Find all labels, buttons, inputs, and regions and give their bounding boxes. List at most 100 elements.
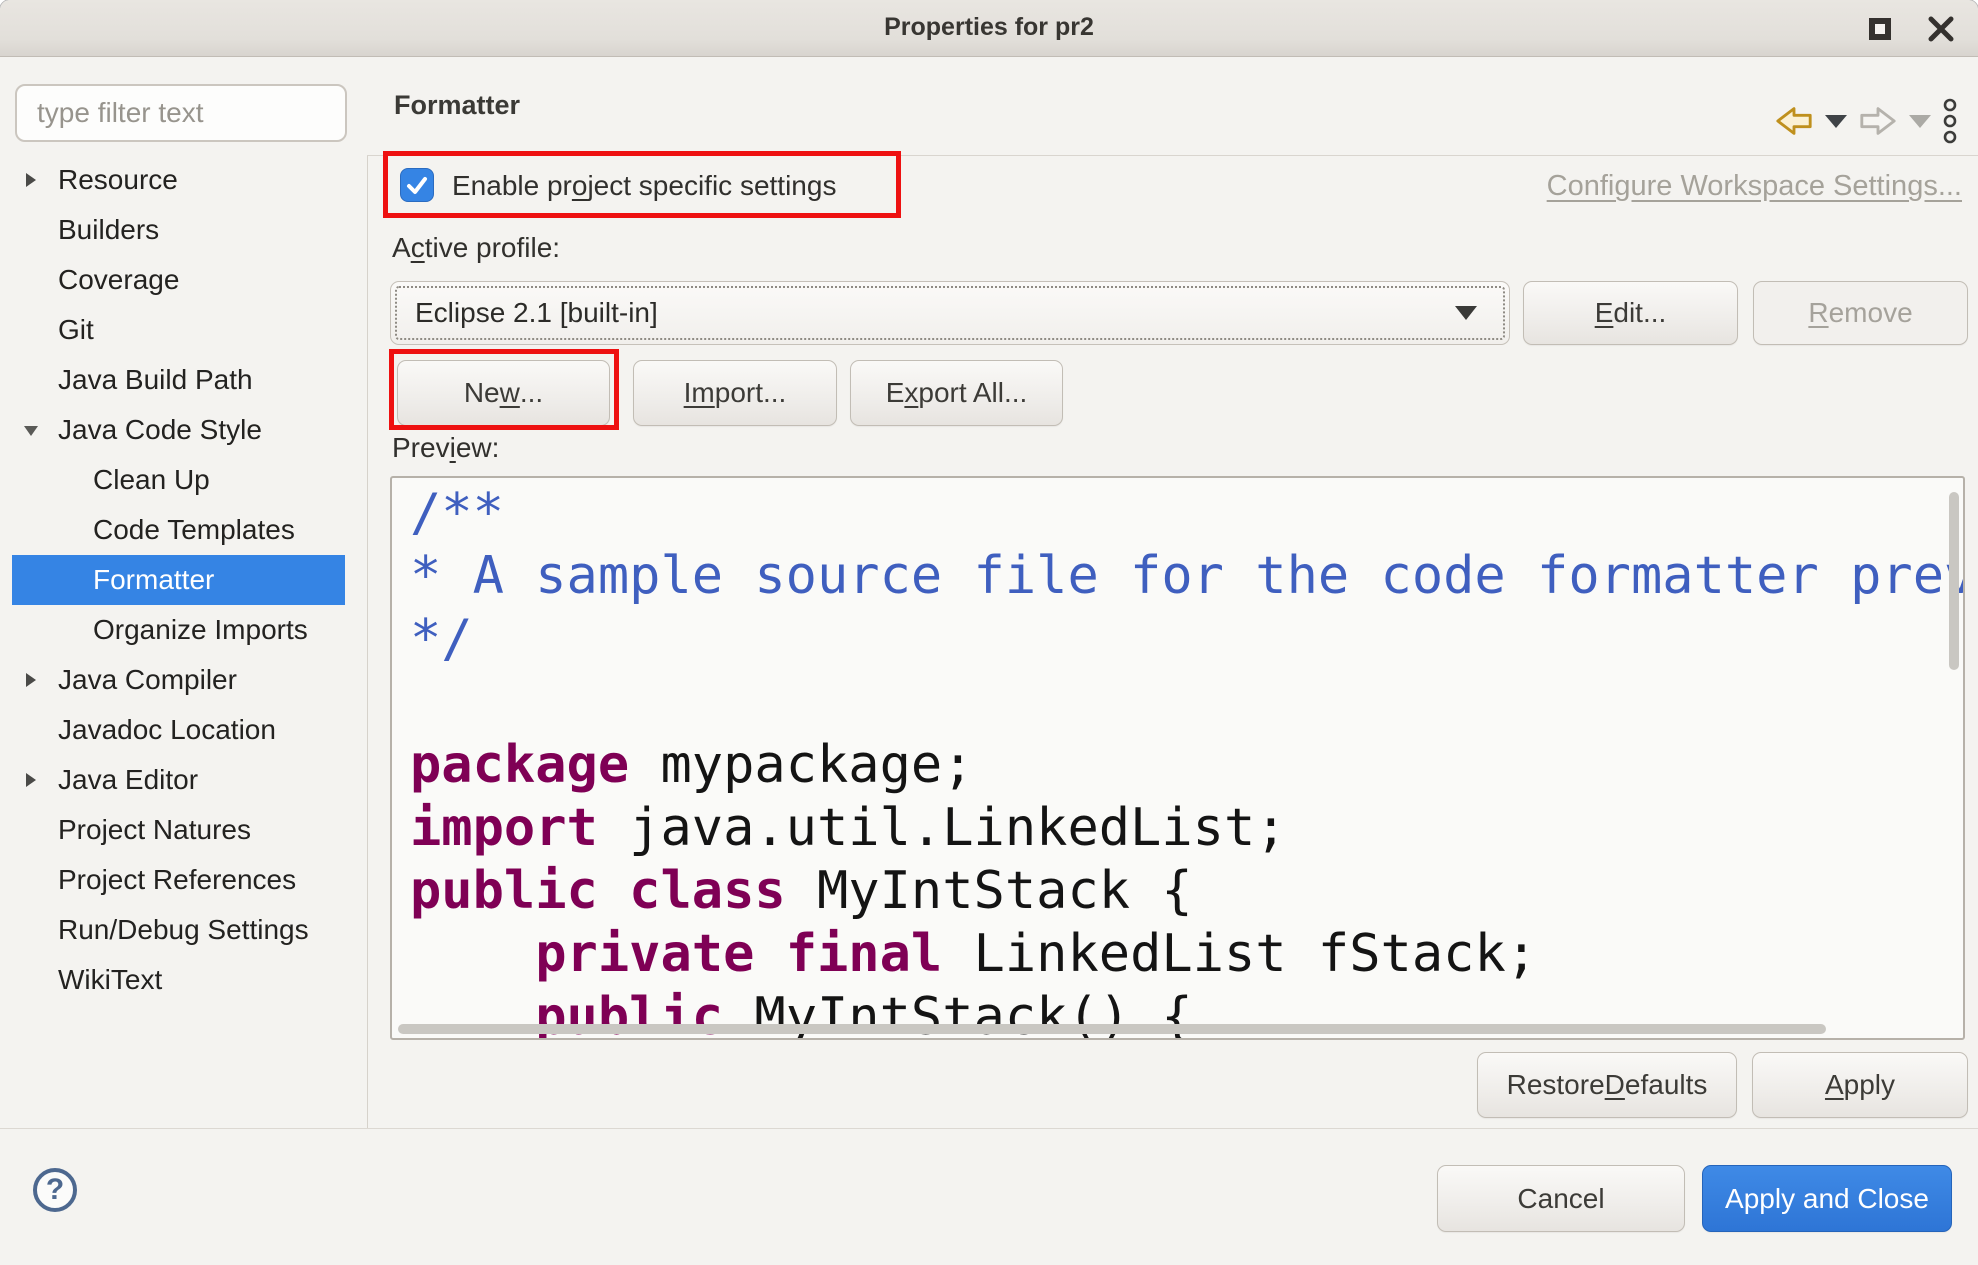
- forward-button[interactable]: [1858, 104, 1898, 138]
- formatter-preview[interactable]: /*** A sample source file for the code f…: [390, 476, 1965, 1040]
- tree-item-builders[interactable]: Builders: [12, 205, 345, 255]
- close-icon: [1927, 15, 1955, 43]
- enable-project-settings-checkbox[interactable]: [400, 168, 434, 202]
- view-menu-button[interactable]: [1942, 98, 1958, 144]
- back-button[interactable]: [1774, 104, 1814, 138]
- tree-item-label: Git: [58, 314, 94, 346]
- tree-item-code-templates[interactable]: Code Templates: [12, 505, 345, 555]
- maximize-button[interactable]: [1868, 17, 1892, 41]
- tree-item-javadoc-location[interactable]: Javadoc Location: [12, 705, 345, 755]
- new-button[interactable]: New...: [397, 360, 610, 426]
- edit-button[interactable]: Edit...: [1523, 281, 1738, 345]
- header-divider: [367, 155, 1978, 156]
- tree-item-label: Builders: [58, 214, 159, 246]
- chevron-right-icon[interactable]: [24, 172, 40, 188]
- tree-item-label: Resource: [58, 164, 178, 196]
- tree-spacer: [24, 622, 40, 638]
- tree-item-label: Javadoc Location: [58, 714, 276, 746]
- tree-spacer: [24, 372, 40, 388]
- configure-workspace-settings-link[interactable]: Configure Workspace Settings...: [1547, 170, 1962, 203]
- tree-item-run-debug-settings[interactable]: Run/Debug Settings: [12, 905, 345, 955]
- apply-button[interactable]: Apply: [1752, 1052, 1968, 1118]
- tree-item-java-code-style[interactable]: Java Code Style: [12, 405, 345, 455]
- tree-item-label: WikiText: [58, 964, 162, 996]
- forward-arrow-icon: [1862, 109, 1894, 134]
- titlebar[interactable]: Properties for pr2: [0, 0, 1978, 57]
- tree-item-label: Clean Up: [93, 464, 210, 496]
- cancel-button[interactable]: Cancel: [1437, 1165, 1685, 1232]
- sidebar-separator: [367, 155, 368, 1128]
- tree-item-git[interactable]: Git: [12, 305, 345, 355]
- active-profile-select[interactable]: Eclipse 2.1 [built-in]: [390, 281, 1510, 345]
- back-history-dropdown-icon[interactable]: [1825, 115, 1847, 128]
- tree-spacer: [24, 922, 40, 938]
- help-button[interactable]: ?: [33, 1168, 77, 1212]
- code-line: private final LinkedList fStack;: [410, 923, 1963, 986]
- tree-item-formatter[interactable]: Formatter: [12, 555, 345, 605]
- export-all-button[interactable]: Export All...: [850, 360, 1063, 426]
- filter-input[interactable]: [15, 84, 347, 142]
- tree-item-label: Coverage: [58, 264, 179, 296]
- back-arrow-icon: [1778, 109, 1810, 134]
- tree-item-label: Project References: [58, 864, 296, 896]
- code-line: /**: [410, 482, 1963, 545]
- code-line: import java.util.LinkedList;: [410, 797, 1963, 860]
- restore-defaults-button[interactable]: Restore Defaults: [1477, 1052, 1737, 1118]
- window-title: Properties for pr2: [0, 13, 1978, 42]
- enable-project-settings-label[interactable]: Enable project specific settings: [452, 170, 836, 202]
- active-profile-value: Eclipse 2.1 [built-in]: [415, 297, 1455, 329]
- tree-spacer: [24, 272, 40, 288]
- tree-spacer: [24, 822, 40, 838]
- window-controls: [1868, 0, 1956, 57]
- footer-divider: [0, 1128, 1978, 1129]
- code-line: package mypackage;: [410, 734, 1963, 797]
- maximize-icon: [1869, 18, 1891, 40]
- tree-spacer: [24, 872, 40, 888]
- page-title: Formatter: [394, 90, 520, 121]
- tree-spacer: [24, 972, 40, 988]
- tree-spacer: [24, 322, 40, 338]
- tree-item-label: Formatter: [93, 564, 214, 596]
- kebab-menu-icon: [1945, 100, 1955, 142]
- remove-button[interactable]: Remove: [1753, 281, 1968, 345]
- tree-item-label: Organize Imports: [93, 614, 308, 646]
- vertical-scrollbar[interactable]: [1949, 492, 1959, 670]
- tree-item-label: Java Editor: [58, 764, 198, 796]
- horizontal-scrollbar[interactable]: [398, 1024, 1826, 1034]
- chevron-right-icon[interactable]: [24, 672, 40, 688]
- tree-item-coverage[interactable]: Coverage: [12, 255, 345, 305]
- apply-and-close-button[interactable]: Apply and Close: [1702, 1165, 1952, 1232]
- chevron-down-icon[interactable]: [24, 422, 40, 438]
- preview-code: /*** A sample source file for the code f…: [410, 482, 1963, 1040]
- tree-item-project-references[interactable]: Project References: [12, 855, 345, 905]
- tree-item-project-natures[interactable]: Project Natures: [12, 805, 345, 855]
- tree-item-java-build-path[interactable]: Java Build Path: [12, 355, 345, 405]
- tree-spacer: [24, 522, 40, 538]
- code-line: */: [410, 608, 1963, 671]
- tree-item-java-compiler[interactable]: Java Compiler: [12, 655, 345, 705]
- history-toolbar: [1774, 98, 1958, 144]
- tree-spacer: [24, 722, 40, 738]
- tree-spacer: [24, 572, 40, 588]
- tree-item-clean-up[interactable]: Clean Up: [12, 455, 345, 505]
- checkmark-icon: [405, 173, 429, 197]
- import-button[interactable]: Import...: [633, 360, 837, 426]
- preferences-tree: Resource Builders Coverage Git Java Build Pa…: [0, 155, 367, 1005]
- tree-item-label: Run/Debug Settings: [58, 914, 309, 946]
- tree-item-wikitext[interactable]: WikiText: [12, 955, 345, 1005]
- tree-item-java-editor[interactable]: Java Editor: [12, 755, 345, 805]
- code-line: public class MyIntStack {: [410, 860, 1963, 923]
- chevron-right-icon[interactable]: [24, 772, 40, 788]
- tree-item-resource[interactable]: Resource: [12, 155, 345, 205]
- tree-item-organize-imports[interactable]: Organize Imports: [12, 605, 345, 655]
- close-button[interactable]: [1926, 14, 1956, 44]
- chevron-down-icon: [1455, 306, 1477, 320]
- preview-label: Preview:: [392, 432, 499, 464]
- code-line: [410, 671, 1963, 734]
- question-icon: ?: [46, 1173, 64, 1207]
- tree-spacer: [24, 472, 40, 488]
- tree-item-label: Project Natures: [58, 814, 251, 846]
- tree-item-label: Java Build Path: [58, 364, 253, 396]
- forward-history-dropdown-icon[interactable]: [1909, 115, 1931, 128]
- tree-item-label: Code Templates: [93, 514, 295, 546]
